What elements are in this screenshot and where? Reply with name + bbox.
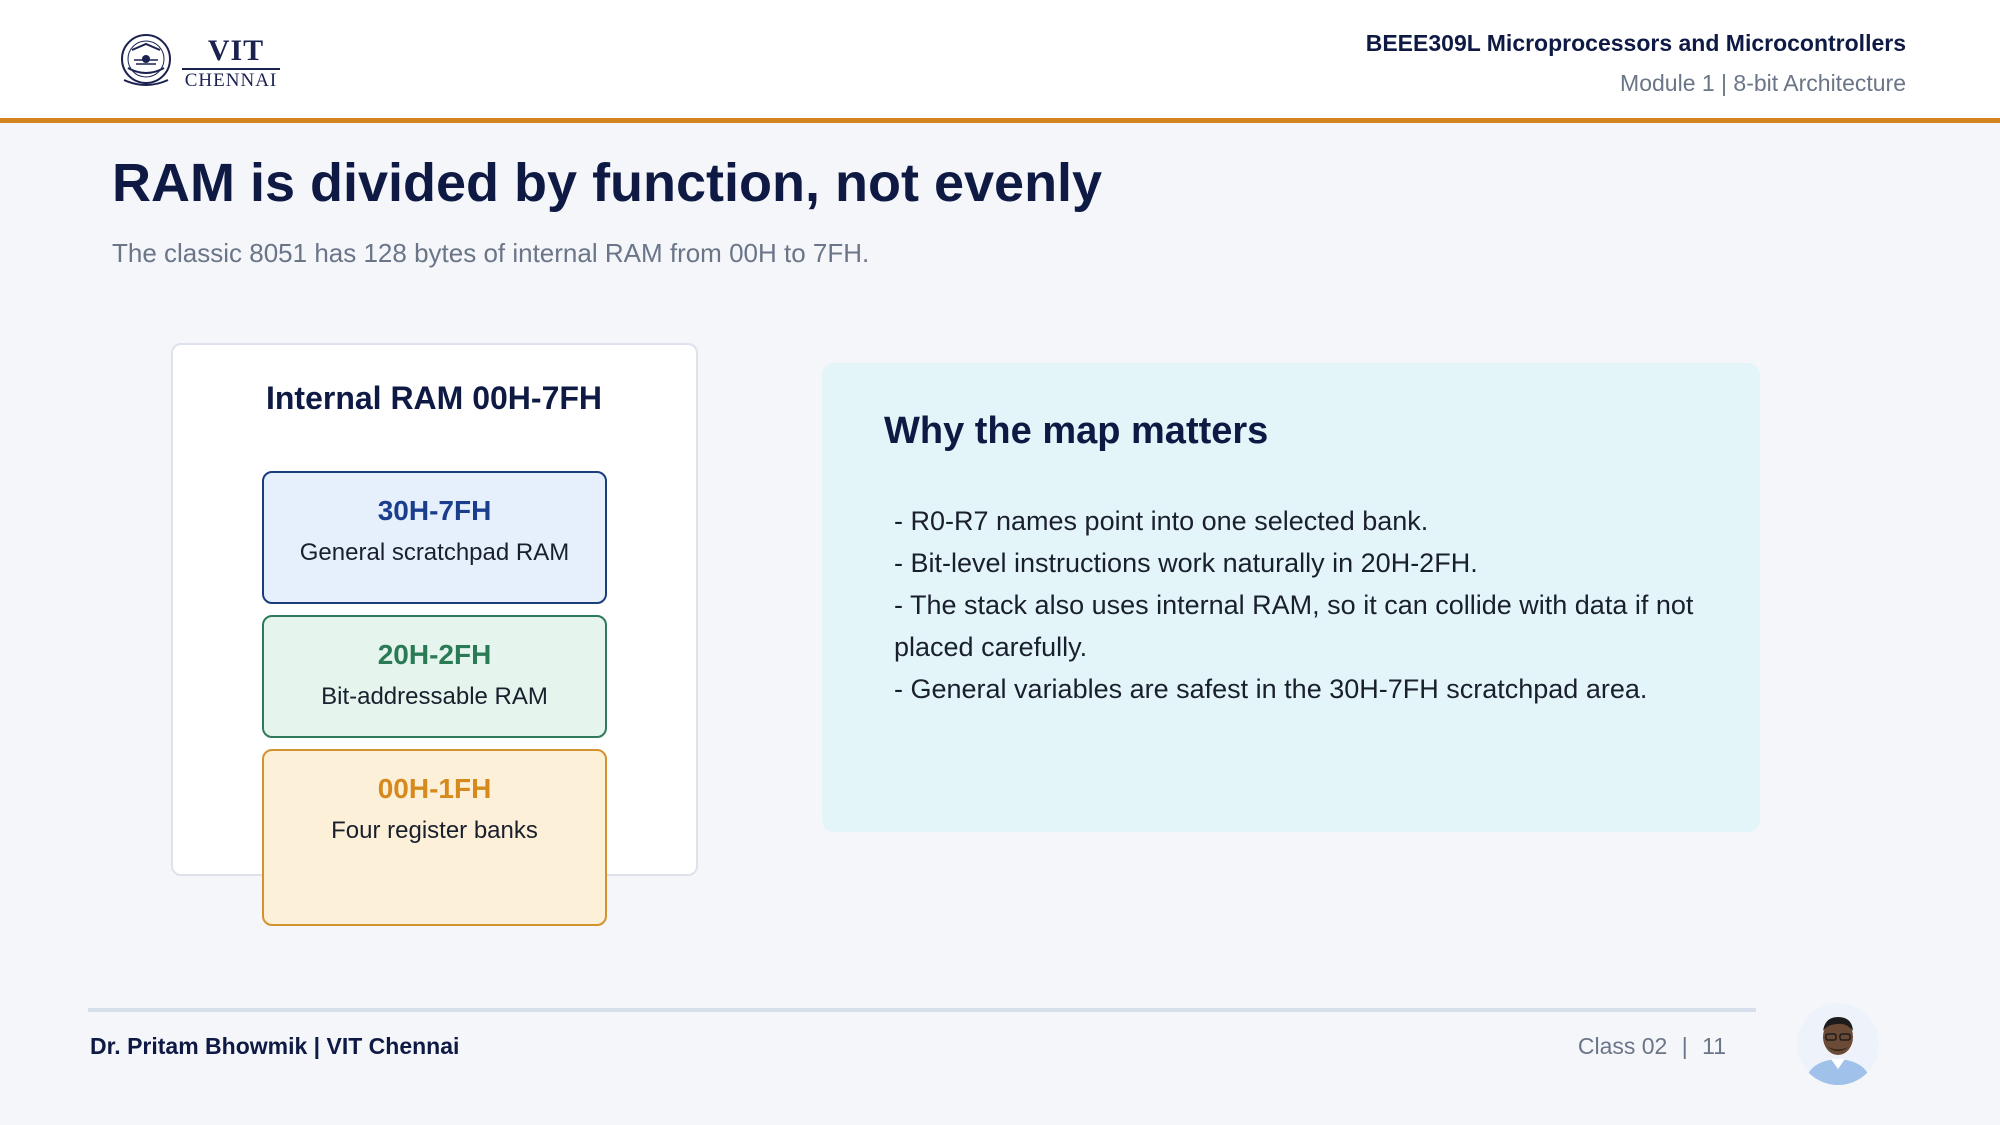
region-range: 30H-7FH xyxy=(377,495,492,526)
region-range: 00H-1FH xyxy=(377,773,492,804)
logo-primary-text: VIT xyxy=(207,34,265,67)
list-item: - Bit-level instructions work naturally … xyxy=(894,548,1478,578)
list-item: - General variables are safest in the 30… xyxy=(894,674,1648,704)
ram-map-title: Internal RAM 00H-7FH xyxy=(265,380,603,416)
footer-author: Dr. Pritam Bhowmik | VIT Chennai xyxy=(90,1033,460,1059)
region-range: 20H-2FH xyxy=(377,639,492,670)
slide-title: RAM is divided by function, not evenly xyxy=(112,153,1103,213)
region-label: Four register banks xyxy=(331,817,538,844)
footer-page-info: Class 02 | 11 xyxy=(1578,1033,1726,1060)
class-label: Class 02 xyxy=(1577,1033,1668,1059)
ram-region-bit-addressable: 20H-2FH Bit-addressable RAM xyxy=(262,615,607,738)
course-title: BEEE309L Microprocessors and Microcontro… xyxy=(1365,30,1906,56)
vit-logo: VIT CHENNAI xyxy=(120,32,280,92)
list-item: - R0-R7 names point into one selected ba… xyxy=(894,506,1429,536)
vit-emblem-icon xyxy=(121,34,171,86)
page-number: 11 xyxy=(1702,1033,1726,1059)
footer-divider xyxy=(88,1008,1756,1012)
module-label: Module 1 | 8-bit Architecture xyxy=(1620,70,1906,96)
ram-region-register-banks: 00H-1FH Four register banks xyxy=(262,749,607,926)
logo-secondary-text: CHENNAI xyxy=(184,70,278,91)
region-label: Bit-addressable RAM xyxy=(321,683,548,710)
list-item: - The stack also uses internal RAM, so i… xyxy=(894,590,1694,662)
region-label: General scratchpad RAM xyxy=(299,539,570,566)
presenter-avatar xyxy=(1797,1003,1879,1085)
notes-list: - R0-R7 names point into one selected ba… xyxy=(894,500,1694,710)
footer-separator: | xyxy=(1681,1033,1688,1059)
ram-region-scratchpad: 30H-7FH General scratchpad RAM xyxy=(262,471,607,604)
notes-title: Why the map matters xyxy=(884,410,1269,452)
slide-subtitle: The classic 8051 has 128 bytes of intern… xyxy=(112,238,870,268)
slide-header: VIT CHENNAI BEEE309L Microprocessors and… xyxy=(0,0,2000,123)
